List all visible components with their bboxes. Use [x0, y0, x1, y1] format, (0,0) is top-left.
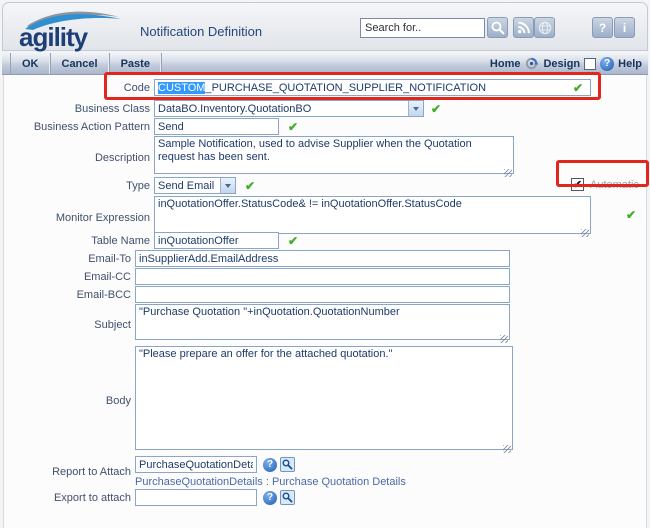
lookup-icon[interactable]	[280, 457, 295, 472]
design-icon	[524, 56, 539, 71]
table-name-label: Table Name	[4, 235, 154, 247]
business-class-row: Business Class DataBO.Inventory.Quotatio…	[4, 100, 644, 117]
automatic-field: ✔ Automatic	[571, 178, 639, 191]
paste-button[interactable]: Paste	[110, 53, 162, 74]
business-action-pattern-row: Business Action Pattern ✔	[4, 118, 644, 135]
subject-row: Subject "Purchase Quotation "+inQuotatio…	[4, 304, 644, 345]
description-row: Description Sample Notification, used to…	[4, 136, 644, 179]
globe-button[interactable]	[534, 17, 555, 38]
ok-button[interactable]: OK	[10, 53, 51, 74]
body-textarea[interactable]: "Please prepare an offer for the attache…	[135, 346, 513, 450]
email-cc-row: Email-CC	[4, 268, 644, 285]
valid-check-icon: ✔	[288, 235, 298, 247]
report-to-attach-row: Report to Attach ? PurchaseQuotationDeta…	[4, 456, 644, 488]
question-glyph: ?	[267, 459, 273, 470]
toolbar-help-icon: ?	[600, 57, 614, 71]
subject-label: Subject	[4, 319, 135, 331]
business-action-pattern-label: Business Action Pattern	[4, 121, 154, 133]
agility-logo: agility	[17, 6, 127, 50]
paste-button-label: Paste	[121, 58, 150, 70]
code-value-selected: CUSTOM	[158, 82, 205, 94]
code-input[interactable]: CUSTOM_PURCHASE_QUOTATION_SUPPLIER_NOTIF…	[154, 79, 591, 96]
action-toolbar: OK Cancel Paste Home Design ? Help	[2, 53, 648, 75]
email-to-row: Email-To	[4, 250, 644, 267]
design-checkbox[interactable]	[584, 58, 596, 70]
notification-form: Code CUSTOM_PURCHASE_QUOTATION_SUPPLIER_…	[3, 75, 647, 528]
business-action-pattern-input[interactable]	[154, 118, 279, 135]
report-to-attach-description: PurchaseQuotationDetails : Purchase Quot…	[135, 476, 406, 488]
email-bcc-input[interactable]	[135, 286, 510, 303]
ok-button-label: OK	[22, 58, 39, 70]
search-button[interactable]	[487, 17, 508, 38]
subject-textarea[interactable]: "Purchase Quotation "+inQuotation.Quotat…	[135, 304, 510, 340]
valid-check-icon: ✔	[573, 82, 583, 94]
business-class-select[interactable]: DataBO.Inventory.QuotationBO	[154, 100, 424, 117]
type-row: Type Send Email ✔ ✔ Automatic	[4, 177, 644, 194]
checkbox-check-icon: ✔	[573, 180, 582, 190]
app-header: agility Notification Definition	[2, 2, 648, 51]
export-to-attach-input[interactable]	[135, 489, 257, 506]
export-to-attach-row: Export to attach ?	[4, 489, 644, 506]
design-link[interactable]: Design	[543, 58, 580, 70]
code-label: Code	[4, 82, 154, 94]
home-link[interactable]: Home	[490, 58, 521, 70]
body-label: Body	[4, 395, 135, 407]
chevron-down-icon[interactable]	[408, 101, 423, 116]
info-icon: i	[623, 21, 626, 35]
monitor-expression-textarea[interactable]: inQuotationOffer.StatusCode& != inQuotat…	[154, 196, 591, 234]
help-button[interactable]: ?	[592, 17, 613, 38]
export-to-attach-label: Export to attach	[4, 492, 135, 504]
rss-icon	[516, 20, 531, 35]
description-textarea[interactable]: Sample Notification, used to advise Supp…	[154, 136, 514, 174]
report-to-attach-label: Report to Attach	[4, 466, 135, 478]
table-name-input[interactable]	[154, 232, 279, 249]
rss-button[interactable]	[513, 17, 534, 38]
email-cc-input[interactable]	[135, 268, 510, 285]
type-value: Send Email	[158, 180, 214, 192]
help-link[interactable]: Help	[618, 58, 642, 70]
valid-check-icon: ✔	[431, 103, 441, 115]
logo-wordmark: agility	[19, 22, 87, 53]
question-glyph: ?	[604, 58, 610, 69]
monitor-expression-label: Monitor Expression	[4, 212, 154, 224]
valid-check-icon: ✔	[626, 209, 636, 221]
notification-definition-page: agility Notification Definition	[0, 0, 650, 528]
description-label: Description	[4, 152, 154, 164]
cancel-button[interactable]: Cancel	[51, 53, 110, 74]
email-bcc-row: Email-BCC	[4, 286, 644, 303]
report-to-attach-input[interactable]	[135, 456, 257, 473]
field-help-icon[interactable]: ?	[263, 458, 277, 472]
chevron-down-icon[interactable]	[220, 178, 235, 193]
email-cc-label: Email-CC	[4, 271, 135, 283]
type-select[interactable]: Send Email	[154, 177, 236, 194]
globe-icon	[537, 20, 553, 36]
automatic-checkbox[interactable]: ✔	[571, 178, 584, 191]
valid-check-icon: ✔	[288, 121, 298, 133]
body-row: Body "Please prepare an offer for the at…	[4, 346, 644, 455]
email-bcc-label: Email-BCC	[4, 289, 135, 301]
email-to-input[interactable]	[135, 250, 510, 267]
type-label: Type	[4, 180, 154, 192]
question-glyph: ?	[267, 492, 273, 503]
page-title: Notification Definition	[140, 24, 262, 39]
search-icon	[490, 20, 506, 36]
business-class-value: DataBO.Inventory.QuotationBO	[158, 103, 311, 115]
question-icon: ?	[599, 21, 606, 35]
code-value-rest: _PURCHASE_QUOTATION_SUPPLIER_NOTIFICATIO…	[205, 82, 486, 94]
email-to-label: Email-To	[4, 253, 135, 265]
code-row: Code CUSTOM_PURCHASE_QUOTATION_SUPPLIER_…	[4, 79, 644, 96]
automatic-label: Automatic	[590, 179, 639, 191]
search-input[interactable]	[360, 18, 485, 38]
cancel-button-label: Cancel	[62, 58, 98, 70]
business-class-label: Business Class	[4, 103, 154, 115]
info-button[interactable]: i	[614, 17, 635, 38]
field-help-icon[interactable]: ?	[263, 491, 277, 505]
table-name-row: Table Name ✔	[4, 232, 644, 249]
lookup-icon[interactable]	[280, 490, 295, 505]
valid-check-icon: ✔	[245, 180, 255, 192]
